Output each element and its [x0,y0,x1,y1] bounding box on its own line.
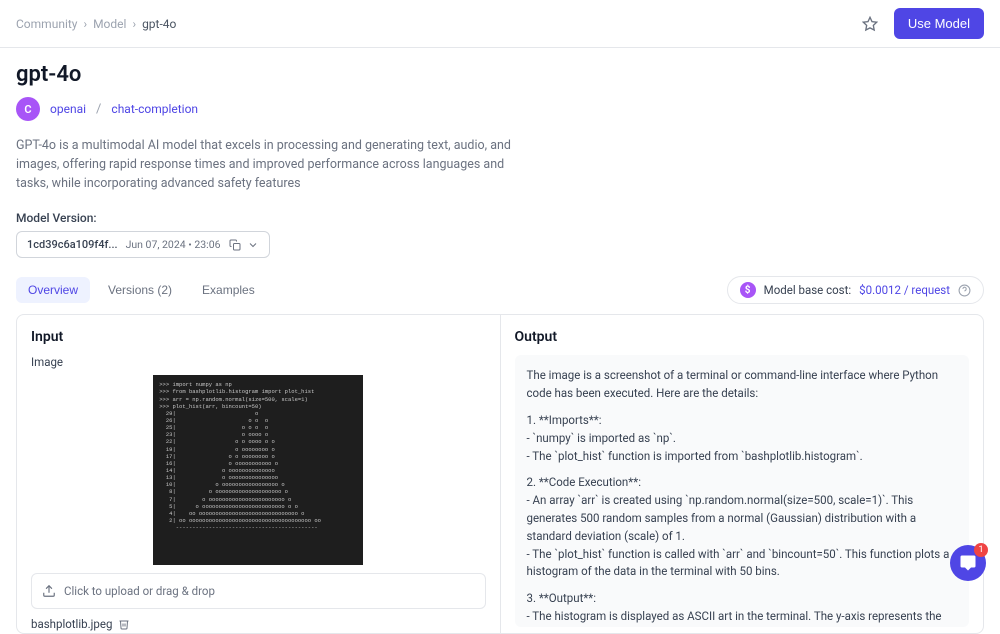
trash-icon [118,618,130,630]
chevron-right-icon: › [132,17,136,31]
version-id: 1cd39c6a109f4f... [27,238,118,251]
delete-file-button[interactable] [118,618,130,630]
copy-icon[interactable] [229,239,241,251]
tab-examples[interactable]: Examples [190,277,267,303]
star-icon [862,16,878,32]
cost-value: $0.0012 / request [859,283,950,297]
breadcrumb-root[interactable]: Community [16,17,77,31]
panels: Input Image >>> import numpy as np >>> f… [16,314,984,634]
category-link[interactable]: chat-completion [111,102,198,116]
star-button[interactable] [858,12,882,36]
chat-button[interactable]: 1 [950,545,986,581]
filename: bashplotlib.jpeg [31,617,112,631]
use-model-button[interactable]: Use Model [894,8,984,39]
header-section: gpt-4o C openai / chat-completion GPT-4o… [0,48,1000,258]
output-paragraph: 2. **Code Execution**: - An array `arr` … [527,474,958,581]
breadcrumb-current: gpt-4o [142,17,176,31]
chevron-down-icon [247,239,259,251]
output-content: The image is a screenshot of a terminal … [515,355,970,627]
upload-icon [42,584,56,598]
uploaded-file: bashplotlib.jpeg [31,617,486,631]
input-panel: Input Image >>> import numpy as np >>> f… [17,315,501,633]
meta-separator: / [96,102,101,117]
tab-versions[interactable]: Versions (2) [96,277,184,303]
breadcrumb: Community › Model › gpt-4o [16,17,176,31]
chevron-right-icon: › [83,17,87,31]
output-paragraph: 3. **Output**: - The histogram is displa… [527,590,958,627]
help-icon[interactable] [958,284,971,297]
tabs-row: Overview Versions (2) Examples $ Model b… [0,258,1000,314]
cost-pill: $ Model base cost: $0.0012 / request [727,276,984,304]
avatar[interactable]: C [16,97,40,121]
cost-label: Model base cost: [764,283,852,297]
version-selector[interactable]: 1cd39c6a109f4f... Jun 07, 2024 • 23:06 [16,231,270,258]
input-title: Input [31,329,486,345]
model-description: GPT-4o is a multimodal AI model that exc… [16,137,536,193]
org-link[interactable]: openai [50,102,86,116]
meta-row: C openai / chat-completion [16,97,984,121]
output-panel: Output The image is a screenshot of a te… [501,315,984,633]
chat-icon [959,554,977,572]
topbar-actions: Use Model [858,8,984,39]
output-paragraph: 1. **Imports**: - `numpy` is imported as… [527,412,958,465]
output-paragraph: The image is a screenshot of a terminal … [527,367,958,403]
chat-badge: 1 [974,543,988,557]
output-title: Output [515,329,970,345]
dollar-icon: $ [740,282,756,298]
version-label: Model Version: [16,211,984,225]
topbar: Community › Model › gpt-4o Use Model [0,0,1000,48]
tabs: Overview Versions (2) Examples [16,277,267,303]
upload-text: Click to upload or drag & drop [64,584,215,598]
tab-overview[interactable]: Overview [16,277,90,303]
image-label: Image [31,355,486,369]
page-title: gpt-4o [16,62,984,87]
upload-dropzone[interactable]: Click to upload or drag & drop [31,573,486,609]
input-image-preview: >>> import numpy as np >>> from bashplot… [153,375,363,565]
version-date: Jun 07, 2024 • 23:06 [126,238,221,251]
breadcrumb-model[interactable]: Model [93,17,126,31]
